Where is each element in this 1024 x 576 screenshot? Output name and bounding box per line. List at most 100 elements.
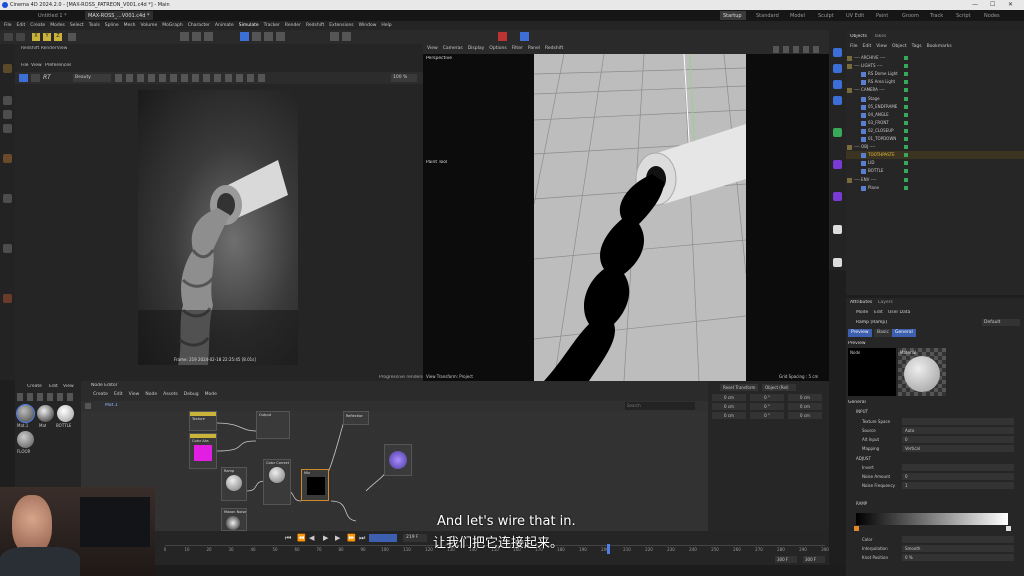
visibility-icon[interactable]	[904, 56, 908, 60]
attr-value[interactable]	[902, 464, 1014, 471]
visibility-icon[interactable]	[904, 185, 908, 190]
end-frame-field-2[interactable]: 300 F	[803, 556, 825, 563]
render-settings-icon[interactable]	[204, 32, 213, 41]
mode-select[interactable]: Default	[982, 319, 1020, 326]
menu-select[interactable]: Select	[70, 23, 84, 30]
layout-tab-standard[interactable]: Standard	[756, 13, 779, 19]
coord-field[interactable]: 0 °	[750, 412, 784, 419]
play-icon[interactable]: ▶	[323, 534, 331, 542]
visibility-icon[interactable]	[904, 104, 908, 109]
attr-value[interactable]: Vertical	[902, 445, 1014, 452]
objects-menu-edit[interactable]: Edit	[863, 44, 872, 49]
material-swatch-bottle[interactable]	[57, 405, 74, 422]
material-swatch-floor[interactable]	[17, 431, 34, 448]
spline-icon[interactable]	[264, 32, 273, 41]
viewport-nav-icons[interactable]	[773, 46, 823, 53]
reset-transform-button[interactable]: Reset Transform	[720, 384, 759, 391]
object-row[interactable]: 01_TOPDOWN	[846, 135, 1024, 143]
object-row[interactable]: 03_FRONT	[846, 119, 1024, 127]
record-buttons[interactable]	[369, 534, 397, 542]
render-menu-file[interactable]: File	[21, 63, 29, 68]
next-key-icon[interactable]: ⏩	[347, 534, 356, 542]
tab-takes[interactable]: Takes	[874, 34, 886, 39]
attr-value[interactable]: 0 %	[902, 554, 1014, 561]
material-swatch-mat1[interactable]	[16, 404, 35, 423]
object-rel-select[interactable]: Object (Rel)	[762, 384, 796, 391]
attr-value[interactable]	[902, 418, 1014, 425]
rotate-tool-icon[interactable]	[3, 110, 12, 119]
visibility-icon[interactable]	[904, 112, 908, 117]
object-row[interactable]: LID	[846, 159, 1024, 167]
object-row[interactable]: ---- ENV ----	[846, 176, 1024, 184]
visibility-icon[interactable]	[904, 137, 908, 141]
object-row[interactable]: BOTTLE	[846, 167, 1024, 175]
object-row[interactable]: 02_CLOSEUP	[846, 127, 1024, 135]
layout-tab-model[interactable]: Model	[790, 13, 805, 19]
viewport-menu-redshift[interactable]: Redshift	[545, 46, 563, 51]
attr-value[interactable]: Auto	[902, 427, 1014, 434]
goto-start-icon[interactable]: ⏮	[285, 534, 293, 542]
attr-menu-mode[interactable]: Mode	[856, 310, 868, 315]
generator-icon[interactable]	[833, 80, 842, 89]
node-maxon-noise[interactable]: Maxon Noise	[221, 508, 247, 531]
mat-menu-edit[interactable]: Edit	[49, 384, 58, 389]
node-graph-canvas[interactable]: Output Color Abs Texture Ramp Maxon Nois…	[81, 411, 708, 531]
render-play-icon[interactable]	[19, 74, 28, 82]
subtab-basic[interactable]: Basic	[874, 329, 892, 337]
viewport-menu-options[interactable]: Options	[489, 46, 506, 51]
attr-menu-userdata[interactable]: User Data	[888, 310, 910, 315]
menu-extensions[interactable]: Extensions	[329, 23, 353, 30]
ramp-gradient[interactable]	[856, 513, 1008, 525]
attr-value[interactable]	[902, 536, 1014, 543]
visibility-icon[interactable]	[904, 88, 908, 93]
layout-tab-track[interactable]: Track	[930, 13, 943, 19]
maximize-button[interactable]: ☐	[990, 1, 995, 8]
objects-menu-view[interactable]: View	[876, 44, 887, 49]
axis-x-button[interactable]: X	[32, 33, 40, 41]
redshift-icon[interactable]	[498, 32, 507, 41]
menu-tracker[interactable]: Tracker	[264, 23, 280, 30]
tab-layers[interactable]: Layers	[878, 300, 893, 305]
visibility-icon[interactable]	[904, 145, 908, 150]
subdivision-icon[interactable]	[276, 32, 285, 41]
objects-menu-object[interactable]: Object	[892, 44, 907, 49]
subtab-general[interactable]: General	[892, 329, 916, 337]
ramp-knot-left[interactable]	[854, 526, 859, 531]
cube-object-icon[interactable]	[833, 48, 842, 57]
goto-end-icon[interactable]: ⏭	[359, 534, 367, 542]
objects-menu-tags[interactable]: Tags	[912, 44, 922, 49]
node-menu-mode[interactable]: Mode	[205, 392, 217, 397]
coord-field[interactable]: 0 cm	[712, 412, 746, 419]
render-stop-icon[interactable]	[31, 74, 40, 82]
node-noise-preview[interactable]	[384, 444, 412, 476]
beauty-select[interactable]: Beauty	[73, 74, 111, 82]
field-icon[interactable]	[833, 192, 842, 201]
object-row[interactable]: ---- OBJ ----	[846, 143, 1024, 151]
visibility-icon[interactable]	[904, 120, 908, 125]
scale-tool-icon[interactable]	[3, 124, 12, 133]
material-swatch-mat[interactable]	[37, 405, 54, 422]
menu-spline[interactable]: Spline	[105, 23, 119, 30]
object-row[interactable]: ---- ARCHIVE ----	[846, 54, 1024, 62]
coord-field[interactable]: 0 °	[750, 403, 784, 410]
node-color-abs[interactable]: Color Abs	[189, 433, 217, 469]
object-row[interactable]: 05_ENDFRAME	[846, 103, 1024, 111]
node-menu-view[interactable]: View	[129, 392, 140, 397]
viewport-menu-filter[interactable]: Filter	[512, 46, 523, 51]
layout-tab-nodes[interactable]: Nodes	[984, 13, 1000, 19]
visibility-icon[interactable]	[904, 153, 908, 158]
menu-create[interactable]: Create	[30, 23, 45, 30]
maxon-icon[interactable]	[520, 32, 529, 41]
mograph-icon[interactable]	[833, 128, 842, 137]
light-object-icon[interactable]	[833, 225, 842, 234]
attr-value[interactable]: 0	[902, 473, 1014, 480]
text-icon[interactable]	[833, 96, 842, 105]
node-menu-node[interactable]: Node	[145, 392, 157, 397]
layout-tab-uvedit[interactable]: UV Edit	[846, 13, 864, 19]
pen-icon[interactable]	[252, 32, 261, 41]
layout-tab-paint[interactable]: Paint	[876, 13, 888, 19]
visibility-icon[interactable]	[904, 96, 908, 101]
node-reflection[interactable]: Reflection	[343, 411, 369, 425]
object-row[interactable]: 04_ANGLE	[846, 111, 1024, 119]
viewport-menu-cameras[interactable]: Cameras	[443, 46, 463, 51]
